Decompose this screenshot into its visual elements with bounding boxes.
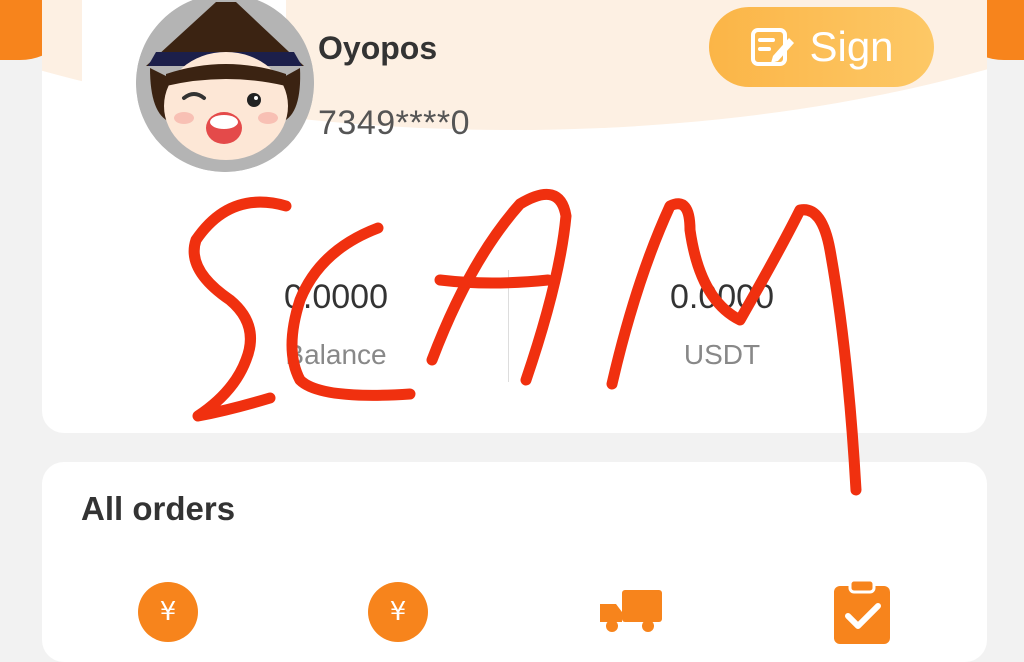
avatar[interactable]	[136, 0, 314, 172]
order-shipping-button[interactable]	[596, 580, 662, 644]
user-id: 7349****0	[318, 104, 470, 142]
clipboard-check-icon	[834, 578, 890, 644]
order-pending-payment-button[interactable]: ¥	[136, 580, 200, 644]
svg-text:¥: ¥	[390, 597, 407, 627]
balance-label: Balance	[285, 339, 387, 370]
balance-stat[interactable]: 0.0000 Balance	[206, 278, 466, 371]
stats-divider	[508, 270, 509, 382]
sign-button[interactable]: Sign	[709, 7, 934, 87]
usdt-stat[interactable]: 0.0000 USDT	[592, 278, 852, 371]
balance-value: 0.0000	[284, 278, 388, 316]
avatar-container	[82, 0, 314, 188]
username: Oyopos	[318, 30, 438, 66]
orders-card: All orders ¥ ¥	[42, 462, 987, 662]
usdt-value: 0.0000	[670, 278, 774, 316]
usdt-label: USDT	[683, 339, 761, 370]
orders-title: All orders	[81, 490, 236, 527]
sign-button-label: Sign	[809, 23, 894, 70]
profile-card: Oyopos 7349****0 Sign 0.0000 Balance 0.0…	[42, 0, 987, 433]
yen-coin-icon: ¥	[138, 582, 198, 642]
delivery-truck-icon	[600, 590, 662, 632]
order-completed-button[interactable]	[830, 578, 894, 644]
edit-note-icon	[751, 28, 795, 66]
yen-coin-icon: ¥	[368, 582, 428, 642]
order-paid-button[interactable]: ¥	[366, 580, 430, 644]
cartoon-avatar-icon	[136, 0, 314, 172]
svg-text:¥: ¥	[160, 597, 177, 627]
